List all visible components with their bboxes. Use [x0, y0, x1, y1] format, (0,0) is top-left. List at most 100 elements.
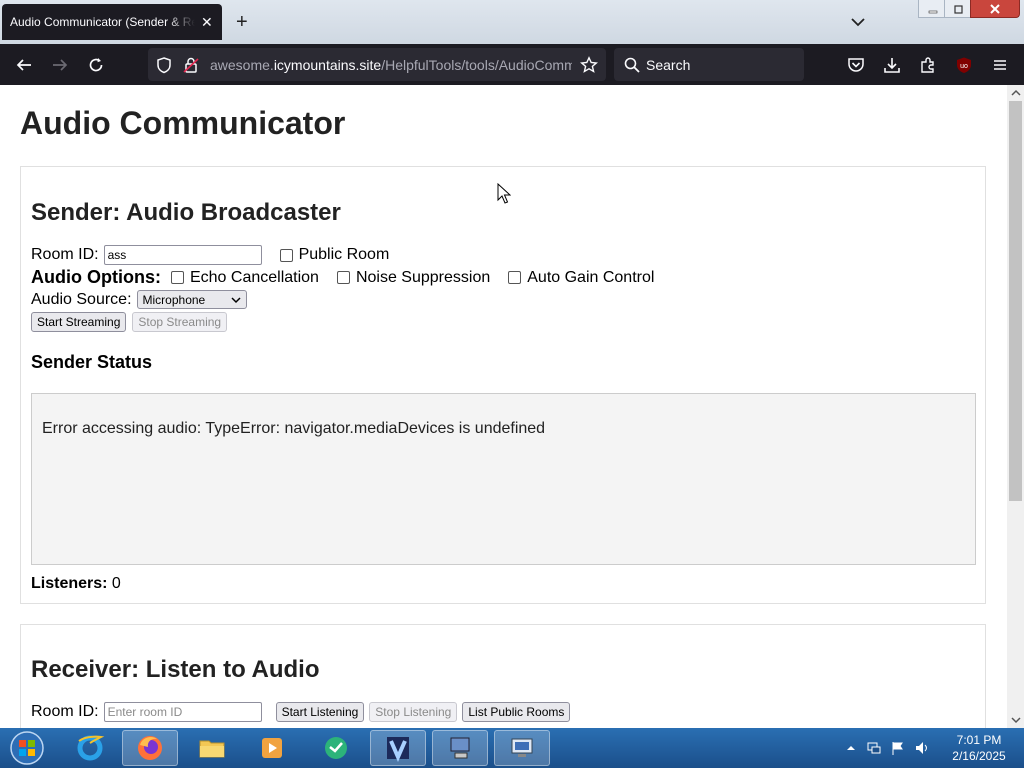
address-bar[interactable]: awesome.icymountains.site/HelpfulTools/t… — [148, 48, 606, 81]
tab-list-chevron-icon[interactable] — [848, 12, 868, 32]
taskbar-remote-desktop[interactable] — [432, 730, 488, 766]
system-tray: 7:01 PM 2/16/2025 — [840, 728, 1024, 768]
folder-icon — [199, 740, 225, 758]
reload-icon[interactable] — [85, 54, 107, 76]
search-icon — [621, 54, 643, 76]
audio-options-label: Audio Options: — [31, 267, 161, 287]
firefox-icon — [138, 736, 162, 760]
receiver-room-id-label: Room ID: — [31, 703, 99, 720]
windows-taskbar: 7:01 PM 2/16/2025 — [0, 728, 1024, 768]
sender-heading: Sender: Audio Broadcaster — [31, 199, 341, 226]
noise-suppression-label: Noise Suppression — [355, 268, 491, 286]
downloads-icon[interactable] — [881, 54, 903, 76]
restore-icon — [954, 4, 963, 14]
public-room-checkbox[interactable] — [279, 248, 293, 262]
forward-arrow-icon[interactable] — [49, 54, 71, 76]
receiver-room-row: Room ID: Start Listening Stop Listening … — [31, 702, 571, 722]
back-arrow-icon[interactable] — [13, 54, 35, 76]
tab-title: Audio Communicator (Sender & Receiver) — [10, 15, 195, 29]
browser-tab-active[interactable]: Audio Communicator (Sender & Receiver) ✕ — [2, 4, 222, 40]
extensions-puzzle-icon[interactable] — [917, 54, 939, 76]
computer-icon — [450, 737, 470, 759]
sender-status-heading: Sender Status — [31, 352, 153, 372]
ublock-origin-icon[interactable]: uo — [953, 54, 975, 76]
scroll-down-arrow-icon[interactable] — [1007, 712, 1024, 728]
scrollbar-thumb[interactable] — [1009, 101, 1022, 501]
mouse-pointer-icon — [497, 183, 511, 204]
taskbar-clock[interactable]: 7:01 PM 2/16/2025 — [944, 732, 1014, 764]
clock-date: 2/16/2025 — [952, 749, 1006, 763]
bookmark-star-icon[interactable] — [578, 54, 600, 76]
tab-strip: Audio Communicator (Sender & Receiver) ✕… — [0, 0, 1024, 44]
chevron-down-icon — [230, 296, 241, 303]
new-tab-button[interactable]: + — [236, 10, 248, 34]
volume-icon[interactable] — [914, 740, 930, 756]
sender-buttons-row: Start Streaming Stop Streaming — [31, 312, 228, 332]
list-public-rooms-button[interactable]: List Public Rooms — [462, 702, 571, 722]
auto-gain-checkbox[interactable] — [508, 271, 522, 284]
audio-source-select[interactable]: Microphone — [136, 290, 247, 309]
receiver-heading: Receiver: Listen to Audio — [31, 656, 320, 683]
receiver-section: Receiver: Listen to Audio Room ID: Start… — [20, 624, 986, 728]
minimize-icon — [928, 10, 938, 13]
messenger-icon — [325, 737, 347, 759]
navigation-toolbar: awesome.icymountains.site/HelpfulTools/t… — [0, 44, 1024, 85]
public-room-option[interactable]: Public Room — [279, 246, 390, 264]
echo-cancellation-checkbox[interactable] — [170, 271, 184, 284]
window-close-button[interactable] — [970, 0, 1020, 18]
windows-orb-icon — [10, 731, 44, 765]
sender-room-id-input[interactable] — [103, 245, 262, 265]
taskbar-firefox[interactable] — [122, 730, 178, 766]
stop-listening-button[interactable]: Stop Listening — [369, 702, 458, 722]
taskbar-messenger[interactable] — [308, 730, 364, 766]
media-player-icon — [262, 738, 282, 758]
tray-expand-arrow-icon[interactable] — [846, 744, 856, 752]
tracking-shield-icon[interactable] — [153, 54, 175, 76]
taskbar-media-player[interactable] — [244, 730, 300, 766]
start-streaming-button[interactable]: Start Streaming — [31, 312, 127, 332]
stop-streaming-button[interactable]: Stop Streaming — [132, 312, 228, 332]
clock-time: 7:01 PM — [956, 733, 1002, 747]
sender-room-row: Room ID: Public Room — [31, 245, 389, 265]
ublock-badge-text: uo — [960, 63, 968, 70]
app-v-icon — [387, 737, 409, 762]
audio-source-label: Audio Source: — [31, 290, 132, 308]
page-viewport: Audio Communicator Sender: Audio Broadca… — [0, 85, 1007, 728]
taskbar-internet-explorer[interactable] — [62, 730, 118, 766]
scroll-up-arrow-icon[interactable] — [1007, 85, 1024, 101]
close-icon — [990, 3, 1000, 14]
public-room-label: Public Room — [298, 246, 390, 263]
taskbar-network-app[interactable] — [494, 730, 550, 766]
noise-suppression-option[interactable]: Noise Suppression — [336, 268, 491, 287]
tab-close-icon[interactable]: ✕ — [201, 14, 213, 31]
network-icon[interactable] — [866, 740, 882, 756]
start-button[interactable] — [0, 730, 54, 766]
taskbar-file-explorer[interactable] — [184, 730, 240, 766]
auto-gain-label: Auto Gain Control — [527, 268, 655, 286]
pocket-icon[interactable] — [845, 54, 867, 76]
sender-section: Sender: Audio Broadcaster Room ID: Publi… — [20, 166, 986, 604]
page-title: Audio Communicator — [20, 105, 346, 141]
insecure-lock-icon[interactable] — [180, 54, 202, 76]
hamburger-menu-icon[interactable] — [989, 54, 1011, 76]
sender-status-box: Error accessing audio: TypeError: naviga… — [31, 393, 976, 565]
url-text: awesome.icymountains.site/HelpfulTools/t… — [210, 57, 572, 73]
sender-room-id-label: Room ID: — [31, 246, 99, 263]
listeners-value: 0 — [111, 575, 121, 592]
internet-explorer-icon — [77, 735, 105, 761]
receiver-room-id-input[interactable] — [103, 702, 262, 722]
network-computer-icon — [511, 738, 533, 757]
audio-source-value: Microphone — [142, 292, 206, 307]
action-center-flag-icon[interactable] — [890, 740, 906, 756]
listeners-label: Listeners: — [31, 575, 108, 592]
audio-options-row: Audio Options: Echo Cancellation Noise S… — [31, 267, 654, 288]
page-scrollbar[interactable] — [1007, 85, 1024, 728]
sender-status-message: Error accessing audio: TypeError: naviga… — [42, 420, 546, 437]
start-listening-button[interactable]: Start Listening — [275, 702, 365, 722]
search-bar[interactable]: Search — [614, 48, 804, 81]
auto-gain-option[interactable]: Auto Gain Control — [508, 269, 654, 287]
search-placeholder: Search — [646, 57, 691, 73]
taskbar-app-v[interactable] — [370, 730, 426, 766]
noise-suppression-checkbox[interactable] — [336, 271, 350, 284]
echo-cancellation-option[interactable]: Echo Cancellation — [170, 269, 319, 287]
